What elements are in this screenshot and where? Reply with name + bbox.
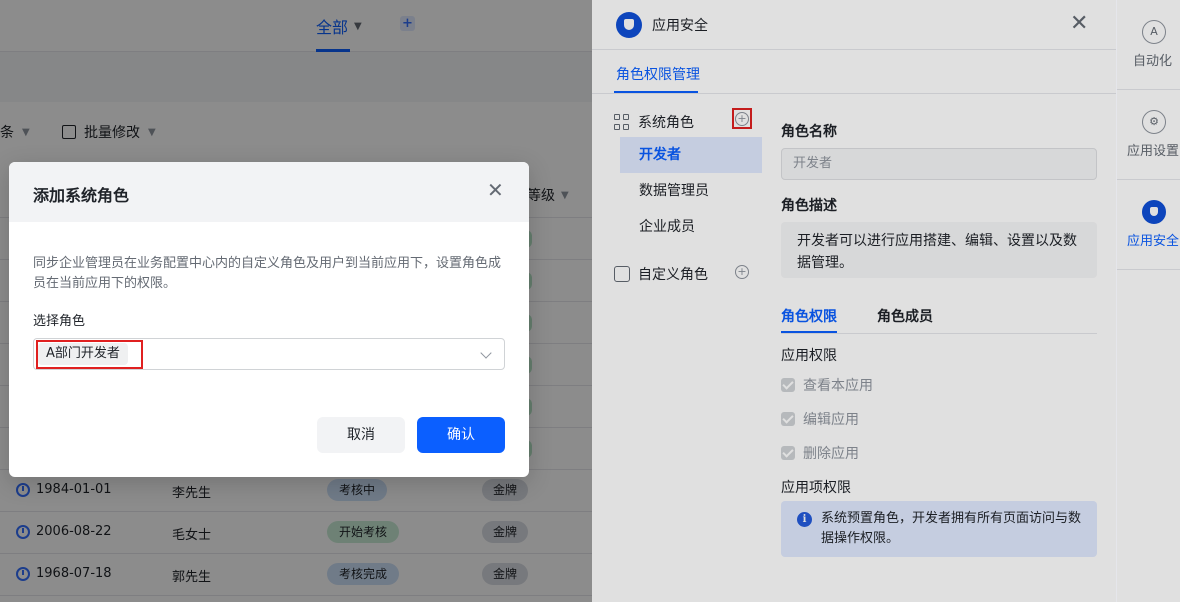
gear-icon: ⚙ <box>1142 110 1166 134</box>
shield-icon <box>1142 200 1166 224</box>
rail-label: 应用安全 <box>1127 234 1180 249</box>
dialog-header: 添加系统角色 ✕ <box>9 162 529 222</box>
permission-view-app[interactable]: 查看本应用 <box>781 375 873 395</box>
permission-label: 查看本应用 <box>803 378 873 394</box>
role-tabs: 角色权限 角色成员 <box>781 306 1097 334</box>
permission-label: 删除应用 <box>803 446 859 462</box>
item-permissions-label: 应用项权限 <box>781 480 851 496</box>
tab-role-permissions[interactable]: 角色权限 <box>781 306 837 326</box>
dialog-description: 同步企业管理员在业务配置中心内的自定义角色及用户到当前应用下，设置角色成员在当前… <box>33 256 502 291</box>
custom-roles-group: 自定义角色 <box>614 264 708 284</box>
highlight-box <box>36 340 143 369</box>
role-desc-field[interactable]: 开发者可以进行应用搭建、编辑、设置以及数据管理。 <box>781 222 1097 278</box>
right-rail: A 自动化 ⚙ 应用设置 应用安全 <box>1116 0 1180 602</box>
role-item-data-admin[interactable]: 数据管理员 <box>620 173 762 209</box>
permission-edit-app[interactable]: 编辑应用 <box>781 409 859 429</box>
role-item-developer[interactable]: 开发者 <box>620 137 762 173</box>
permission-label: 编辑应用 <box>803 412 859 428</box>
panel-title: 应用安全 <box>652 18 708 34</box>
role-item-member[interactable]: 企业成员 <box>620 209 762 245</box>
app-security-panel: 应用安全 ✕ 角色权限管理 系统角色 + 开发者 数据管理员 企业成员 自定义角… <box>592 0 1116 602</box>
role-select[interactable]: A部门开发者 <box>33 338 505 370</box>
grid-icon <box>614 114 630 130</box>
role-name-label: 角色名称 <box>781 124 837 140</box>
rail-label: 应用设置 <box>1127 144 1180 159</box>
checkbox-checked-icon <box>781 378 795 392</box>
info-text: 系统预置角色，开发者拥有所有页面访问与数据操作权限。 <box>821 511 1082 546</box>
rail-item-automation[interactable]: A 自动化 <box>1117 0 1180 90</box>
confirm-button[interactable]: 确认 <box>417 417 505 453</box>
panel-header: 应用安全 ✕ <box>592 0 1116 50</box>
info-banner: i 系统预置角色，开发者拥有所有页面访问与数据操作权限。 <box>781 501 1097 557</box>
system-roles-group: 系统角色 <box>614 112 694 132</box>
role-name-field[interactable]: 开发者 <box>781 148 1097 180</box>
custom-roles-label: 自定义角色 <box>638 267 708 283</box>
automation-icon: A <box>1142 20 1166 44</box>
chevron-down-icon[interactable] <box>480 347 492 359</box>
role-list: 系统角色 + 开发者 数据管理员 企业成员 自定义角色 + <box>592 94 762 602</box>
rail-item-app-security[interactable]: 应用安全 <box>1117 180 1180 270</box>
permission-delete-app[interactable]: 删除应用 <box>781 443 859 463</box>
puzzle-icon <box>614 266 630 282</box>
role-desc-label: 角色描述 <box>781 198 837 214</box>
app-permissions-label: 应用权限 <box>781 348 837 364</box>
close-icon[interactable]: ✕ <box>487 179 504 201</box>
tab-underline <box>781 331 837 333</box>
add-custom-role-icon[interactable]: + <box>735 265 749 279</box>
shield-icon <box>616 12 642 38</box>
rail-label: 自动化 <box>1133 54 1173 69</box>
highlight-box <box>732 108 752 129</box>
cancel-button[interactable]: 取消 <box>317 417 405 453</box>
add-system-role-dialog: 添加系统角色 ✕ 同步企业管理员在业务配置中心内的自定义角色及用户到当前应用下，… <box>9 162 529 477</box>
close-icon[interactable]: ✕ <box>1070 12 1088 36</box>
select-role-label: 选择角色 <box>33 314 86 329</box>
dialog-title: 添加系统角色 <box>33 186 130 205</box>
checkbox-checked-icon <box>781 446 795 460</box>
info-icon: i <box>797 512 812 527</box>
rail-item-app-settings[interactable]: ⚙ 应用设置 <box>1117 90 1180 180</box>
tab-role-members[interactable]: 角色成员 <box>877 306 933 326</box>
checkbox-checked-icon <box>781 412 795 426</box>
tab-role-permission-management[interactable]: 角色权限管理 <box>616 64 700 84</box>
system-roles-label: 系统角色 <box>638 115 694 131</box>
